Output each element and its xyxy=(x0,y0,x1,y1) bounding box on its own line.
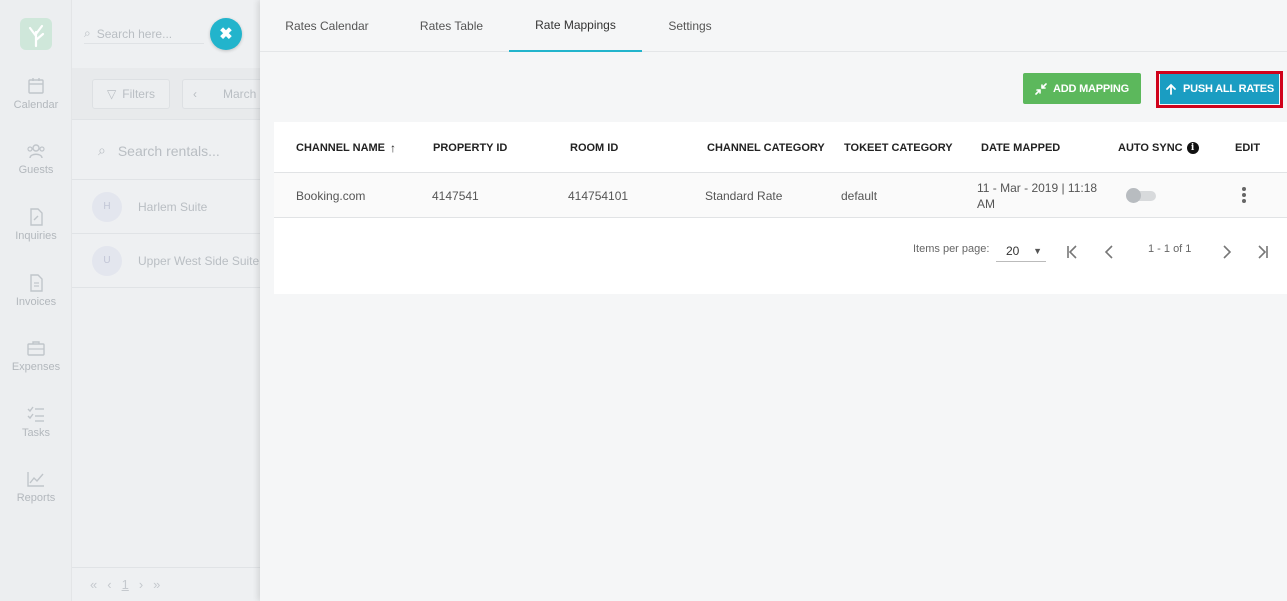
nav-item-inquiries-label: Inquiries xyxy=(15,230,57,242)
app-logo[interactable] xyxy=(20,18,52,50)
filter-icon: ▽ xyxy=(107,87,117,101)
close-button[interactable]: ✖ xyxy=(210,18,242,50)
page-range: 1 - 1 of 1 xyxy=(1148,243,1192,255)
first-page-button[interactable] xyxy=(1065,244,1081,260)
last-page-button[interactable] xyxy=(1254,244,1270,260)
calendar-icon xyxy=(26,76,46,96)
chevron-left-icon: ‹ xyxy=(193,87,197,101)
close-icon: ✖ xyxy=(219,26,233,43)
toggle-knob xyxy=(1126,188,1141,203)
chevron-right-icon xyxy=(1223,245,1232,259)
rental-item[interactable]: H Harlem Suite xyxy=(72,180,260,234)
paginator: Items per page: 20 ▼ 1 - 1 of 1 xyxy=(274,218,1287,294)
caret-down-icon: ▼ xyxy=(1033,245,1042,256)
items-per-page-label: Items per page: xyxy=(913,243,990,255)
inquiries-icon xyxy=(26,207,46,227)
reports-icon xyxy=(26,469,46,489)
first-page-icon[interactable]: « xyxy=(90,577,97,592)
invoices-icon xyxy=(26,273,46,293)
guests-icon xyxy=(26,141,46,161)
tab-settings[interactable]: Settings xyxy=(642,0,738,52)
rental-search-placeholder: Search rentals... xyxy=(117,142,220,159)
nav-item-guests-label: Guests xyxy=(18,164,54,176)
next-page-button[interactable] xyxy=(1218,244,1234,260)
tasks-icon xyxy=(26,404,46,424)
nav-item-guests[interactable]: Guests xyxy=(0,141,72,176)
cell-property-id: 4147541 xyxy=(432,188,479,203)
sort-arrow-up-icon: ↑ xyxy=(390,140,397,155)
chevron-left-icon xyxy=(1104,245,1113,259)
expenses-icon xyxy=(26,338,46,358)
tab-rates-calendar[interactable]: Rates Calendar xyxy=(260,0,394,52)
nav-item-expenses[interactable]: Expenses xyxy=(0,338,72,373)
first-page-icon xyxy=(1067,245,1077,259)
push-all-rates-button[interactable]: PUSH ALL RATES xyxy=(1160,74,1279,104)
month-label: March xyxy=(223,87,257,101)
search-icon: ⌕ xyxy=(98,142,106,158)
avatar: H xyxy=(92,191,122,222)
last-page-icon[interactable]: » xyxy=(153,577,160,592)
auto-sync-toggle[interactable] xyxy=(1126,188,1158,203)
page-number[interactable]: 1 xyxy=(122,577,129,592)
column-header-date-mapped[interactable]: DATE MAPPED xyxy=(981,122,1060,173)
nav-item-reports-label: Reports xyxy=(16,492,56,504)
cell-tokeet-category: default xyxy=(841,188,878,203)
table-header: CHANNEL NAME ↑ PROPERTY ID ROOM ID CHANN… xyxy=(274,122,1287,173)
tab-rate-mappings[interactable]: Rate Mappings xyxy=(509,0,642,52)
arrow-up-icon xyxy=(1166,83,1176,95)
global-search[interactable]: ⌕ Search here... xyxy=(84,24,204,44)
rental-name: Upper West Side Suite xyxy=(138,253,260,268)
info-icon[interactable]: i xyxy=(1186,141,1199,154)
column-header-channel-name[interactable]: CHANNEL NAME ↑ xyxy=(296,122,396,173)
add-mapping-button[interactable]: ADD MAPPING xyxy=(1023,73,1141,104)
column-header-channel-category[interactable]: CHANNEL CATEGORY xyxy=(707,122,825,173)
cell-channel-name: Booking.com xyxy=(296,188,366,203)
rental-name: Harlem Suite xyxy=(138,199,208,214)
last-page-icon xyxy=(1258,245,1268,259)
filters-label: Filters xyxy=(122,87,155,101)
table-row[interactable]: Booking.com 4147541 414754101 Standard R… xyxy=(274,173,1287,218)
nav-item-expenses-label: Expenses xyxy=(11,361,61,373)
nav-item-calendar-label: Calendar xyxy=(13,99,59,111)
main-nav: Calendar Guests Inquiries Invoices Expen… xyxy=(0,0,72,601)
push-all-rates-label: PUSH ALL RATES xyxy=(1182,83,1275,95)
more-vert-icon[interactable] xyxy=(1240,187,1248,203)
cell-channel-category: Standard Rate xyxy=(705,188,783,203)
background-pager: « ‹ 1 › » xyxy=(72,567,260,601)
next-page-icon[interactable]: › xyxy=(139,577,143,592)
search-icon: ⌕ xyxy=(84,26,91,40)
column-header-property-id[interactable]: PROPERTY ID xyxy=(433,122,507,173)
nav-item-tasks[interactable]: Tasks xyxy=(0,404,72,439)
compress-icon xyxy=(1035,82,1047,95)
global-search-placeholder: Search here... xyxy=(96,26,173,41)
items-per-page-select[interactable]: 20 ▼ xyxy=(996,240,1046,262)
column-header-tokeet-category[interactable]: TOKEET CATEGORY xyxy=(844,122,953,173)
filters-button[interactable]: ▽ Filters xyxy=(92,79,170,109)
rates-drawer: Rates Calendar Rates Table Rate Mappings… xyxy=(260,0,1287,601)
rental-item[interactable]: U Upper West Side Suite xyxy=(72,234,260,288)
nav-item-inquiries[interactable]: Inquiries xyxy=(0,207,72,242)
nav-item-invoices[interactable]: Invoices xyxy=(0,273,72,308)
rental-search[interactable]: ⌕ Search rentals... xyxy=(72,122,260,180)
month-selector[interactable]: ‹ March xyxy=(182,79,260,109)
nav-item-tasks-label: Tasks xyxy=(21,427,51,439)
nav-item-reports[interactable]: Reports xyxy=(0,469,72,504)
previous-page-button[interactable] xyxy=(1102,244,1118,260)
nav-item-invoices-label: Invoices xyxy=(15,296,57,308)
mappings-table-card: CHANNEL NAME ↑ PROPERTY ID ROOM ID CHANN… xyxy=(274,122,1287,294)
column-header-auto-sync: AUTO SYNC i xyxy=(1118,122,1199,173)
column-header-edit: EDIT xyxy=(1235,141,1261,154)
cell-room-id: 414754101 xyxy=(568,188,629,203)
tab-rates-table[interactable]: Rates Table xyxy=(394,0,509,52)
add-mapping-label: ADD MAPPING xyxy=(1052,82,1130,95)
nav-item-calendar[interactable]: Calendar xyxy=(0,76,72,111)
avatar: U xyxy=(92,245,122,276)
cell-date-mapped: 11 - Mar - 2019 | 11:18 AM xyxy=(977,180,1098,211)
prev-page-icon[interactable]: ‹ xyxy=(107,577,111,592)
tab-bar: Rates Calendar Rates Table Rate Mappings… xyxy=(260,0,1287,52)
column-header-room-id[interactable]: ROOM ID xyxy=(570,122,618,173)
